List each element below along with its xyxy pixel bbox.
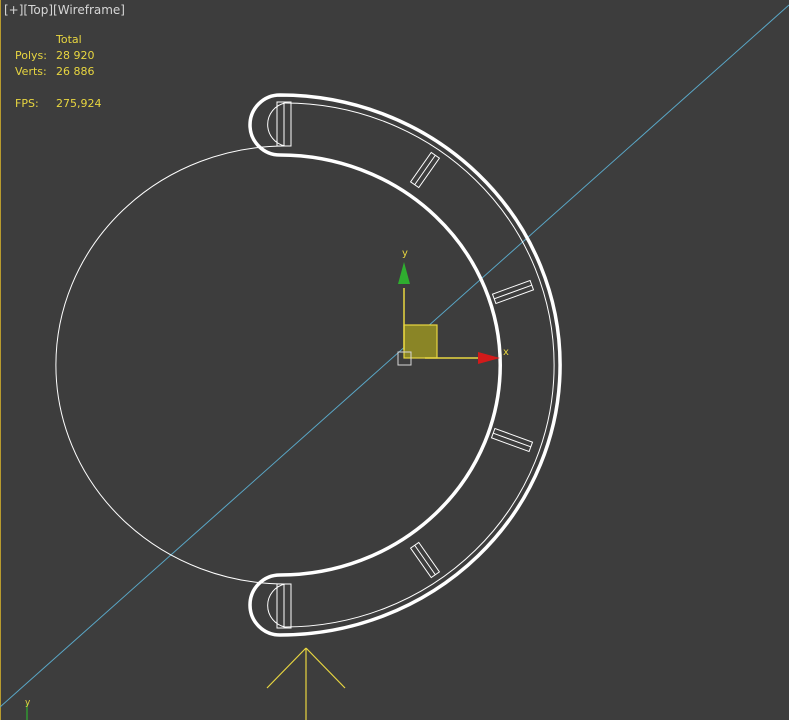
stats-fps-value: 275,924 — [56, 97, 102, 110]
track-bracket — [409, 151, 441, 189]
curved-track-object[interactable] — [55, 93, 562, 637]
viewport-shading-button[interactable]: [Wireframe] — [53, 3, 125, 17]
track-end-cap — [267, 583, 286, 628]
gizmo-y-label: y — [402, 248, 408, 259]
guide-line — [0, 4, 789, 708]
stats-polys-label: Polys: — [15, 49, 47, 62]
world-axis-tripod: y — [25, 698, 31, 720]
stats-header: Total — [56, 33, 82, 46]
viewport-top[interactable]: x y y [+][Top][Wireframe] Total Polys: 2… — [0, 0, 789, 720]
stats-verts-label: Verts: — [15, 65, 47, 78]
viewport-view-button[interactable]: [Top] — [23, 3, 53, 17]
track-bracket — [491, 279, 535, 305]
gizmo-y-arrow-icon[interactable] — [398, 262, 410, 284]
viewport-menu-button[interactable]: [+] — [4, 3, 23, 17]
gizmo-x-arrow-icon[interactable] — [478, 352, 500, 364]
viewport-label: [+][Top][Wireframe] — [4, 3, 125, 17]
stats-polys-value: 28 920 — [56, 49, 95, 62]
stats-fps-label: FPS: — [15, 97, 39, 110]
scene-canvas[interactable]: x y y — [0, 0, 789, 720]
world-axis-y-label: y — [25, 698, 31, 708]
track-end-cap — [267, 102, 286, 147]
gizmo-x-label: x — [503, 347, 509, 358]
track-inner-rail — [284, 102, 555, 628]
view-direction-indicator — [266, 647, 346, 720]
gizmo-xy-plane-handle[interactable] — [403, 324, 438, 359]
track-inner-rail — [55, 145, 286, 585]
track-bracket — [490, 427, 534, 453]
track-bracket — [409, 541, 441, 579]
stats-verts-value: 26 886 — [56, 65, 95, 78]
